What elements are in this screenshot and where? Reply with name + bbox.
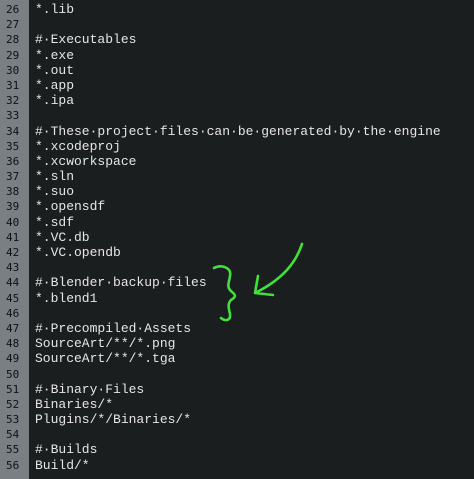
line-text[interactable] <box>29 306 35 321</box>
line-number: 27 <box>6 18 20 32</box>
code-line: 32 *.ipa <box>0 93 474 108</box>
code-lines: 26 *.lib 27 28 #·Executables 29 *.exe 30 *.out 31… <box>0 2 474 473</box>
line-number: 56 <box>6 458 20 472</box>
code-line: 43 <box>0 260 474 275</box>
code-line: 41 *.VC.db <box>0 230 474 245</box>
line-number: 29 <box>6 48 20 62</box>
line-text[interactable]: #·Builds <box>29 442 97 457</box>
code-line: 28 #·Executables <box>0 32 474 47</box>
line-text[interactable]: *.sdf <box>29 215 74 230</box>
line-number: 41 <box>6 230 20 244</box>
line-number: 40 <box>6 215 20 229</box>
line-text[interactable]: *.sln <box>29 169 74 184</box>
line-number: 35 <box>6 139 20 153</box>
code-line: 45 *.blend1 <box>0 291 474 306</box>
code-line: 47 #·Precompiled·Assets <box>0 321 474 336</box>
line-text[interactable]: *.VC.db <box>29 230 90 245</box>
line-number: 52 <box>6 397 20 411</box>
line-number: 37 <box>6 170 20 184</box>
line-number: 49 <box>6 352 20 366</box>
code-line: 49 SourceArt/**/*.tga <box>0 351 474 366</box>
line-text[interactable]: *.opensdf <box>29 199 105 214</box>
code-line: 40 *.sdf <box>0 215 474 230</box>
code-line: 38 *.suo <box>0 184 474 199</box>
line-number: 26 <box>6 3 20 16</box>
line-number: 28 <box>6 33 20 47</box>
line-text[interactable]: #·Precompiled·Assets <box>29 321 191 336</box>
code-line: 48 SourceArt/**/*.png <box>0 336 474 351</box>
code-line: 54 <box>0 427 474 442</box>
line-number: 42 <box>6 246 20 259</box>
line-number: 48 <box>6 337 20 351</box>
code-line: 42 *.VC.opendb <box>0 245 474 260</box>
line-text[interactable] <box>29 260 35 275</box>
line-number: 44 <box>6 276 20 290</box>
code-line: 50 <box>0 367 474 382</box>
code-line: 33 <box>0 108 474 123</box>
line-number: 34 <box>6 124 20 138</box>
line-text[interactable]: Binaries/* <box>29 397 113 412</box>
code-line: 56 Build/* <box>0 458 474 473</box>
line-text[interactable]: Plugins/*/Binaries/* <box>29 412 191 427</box>
line-text[interactable]: #·Blender·backup·files <box>29 275 207 290</box>
code-line: 55 #·Builds <box>0 442 474 457</box>
code-line: 44 #·Blender·backup·files <box>0 275 474 290</box>
code-line: 31 *.app <box>0 78 474 93</box>
line-number: 50 <box>6 367 20 381</box>
line-number: 54 <box>6 428 20 442</box>
code-line: 53 Plugins/*/Binaries/* <box>0 412 474 427</box>
line-number: 33 <box>6 109 20 123</box>
code-line: 35 *.xcodeproj <box>0 139 474 154</box>
line-number: 45 <box>6 291 20 305</box>
line-text[interactable]: *.app <box>29 78 74 93</box>
code-editor[interactable]: 26 *.lib 27 28 #·Executables 29 *.exe 30 *.out 31… <box>0 0 474 479</box>
line-text[interactable]: SourceArt/**/*.tga <box>29 351 175 366</box>
line-number: 55 <box>6 443 20 457</box>
code-line: 37 *.sln <box>0 169 474 184</box>
line-text[interactable]: *.lib <box>29 2 74 17</box>
code-line: 36 *.xcworkspace <box>0 154 474 169</box>
code-line: 27 <box>0 17 474 32</box>
line-number: 39 <box>6 200 20 214</box>
line-text[interactable]: SourceArt/**/*.png <box>29 336 175 351</box>
line-number: 47 <box>6 321 20 335</box>
code-line: 30 *.out <box>0 63 474 78</box>
line-number: 51 <box>6 382 20 396</box>
code-line: 39 *.opensdf <box>0 199 474 214</box>
line-text[interactable] <box>29 17 35 32</box>
line-text[interactable]: *.out <box>29 63 74 78</box>
line-text[interactable]: *.VC.opendb <box>29 245 121 260</box>
line-text[interactable] <box>29 427 35 442</box>
line-text[interactable]: *.blend1 <box>29 291 97 306</box>
line-number: 38 <box>6 185 20 199</box>
line-number: 53 <box>6 413 20 427</box>
line-text[interactable]: #·These·project·files·can·be·generated·b… <box>29 124 441 139</box>
line-number: 31 <box>6 78 20 92</box>
line-text[interactable]: *.xcworkspace <box>29 154 136 169</box>
code-line: 52 Binaries/* <box>0 397 474 412</box>
line-text[interactable] <box>29 367 35 382</box>
line-text[interactable]: *.exe <box>29 48 74 63</box>
line-number: 36 <box>6 154 20 168</box>
line-text[interactable] <box>29 108 35 123</box>
line-text[interactable]: *.ipa <box>29 93 74 108</box>
line-number: 43 <box>6 261 20 275</box>
code-line: 29 *.exe <box>0 48 474 63</box>
line-number: 46 <box>6 306 20 320</box>
code-line: 51 #·Binary·Files <box>0 382 474 397</box>
line-text[interactable]: #·Binary·Files <box>29 382 144 397</box>
line-text[interactable]: *.suo <box>29 184 74 199</box>
line-text[interactable]: #·Executables <box>29 32 136 47</box>
line-number: 30 <box>6 63 20 77</box>
line-text[interactable]: Build/* <box>29 458 90 473</box>
code-line: 34 #·These·project·files·can·be·generated… <box>0 124 474 139</box>
line-text[interactable]: *.xcodeproj <box>29 139 121 154</box>
line-number: 32 <box>6 94 20 108</box>
code-line: 26 *.lib <box>0 2 474 17</box>
code-line: 46 <box>0 306 474 321</box>
